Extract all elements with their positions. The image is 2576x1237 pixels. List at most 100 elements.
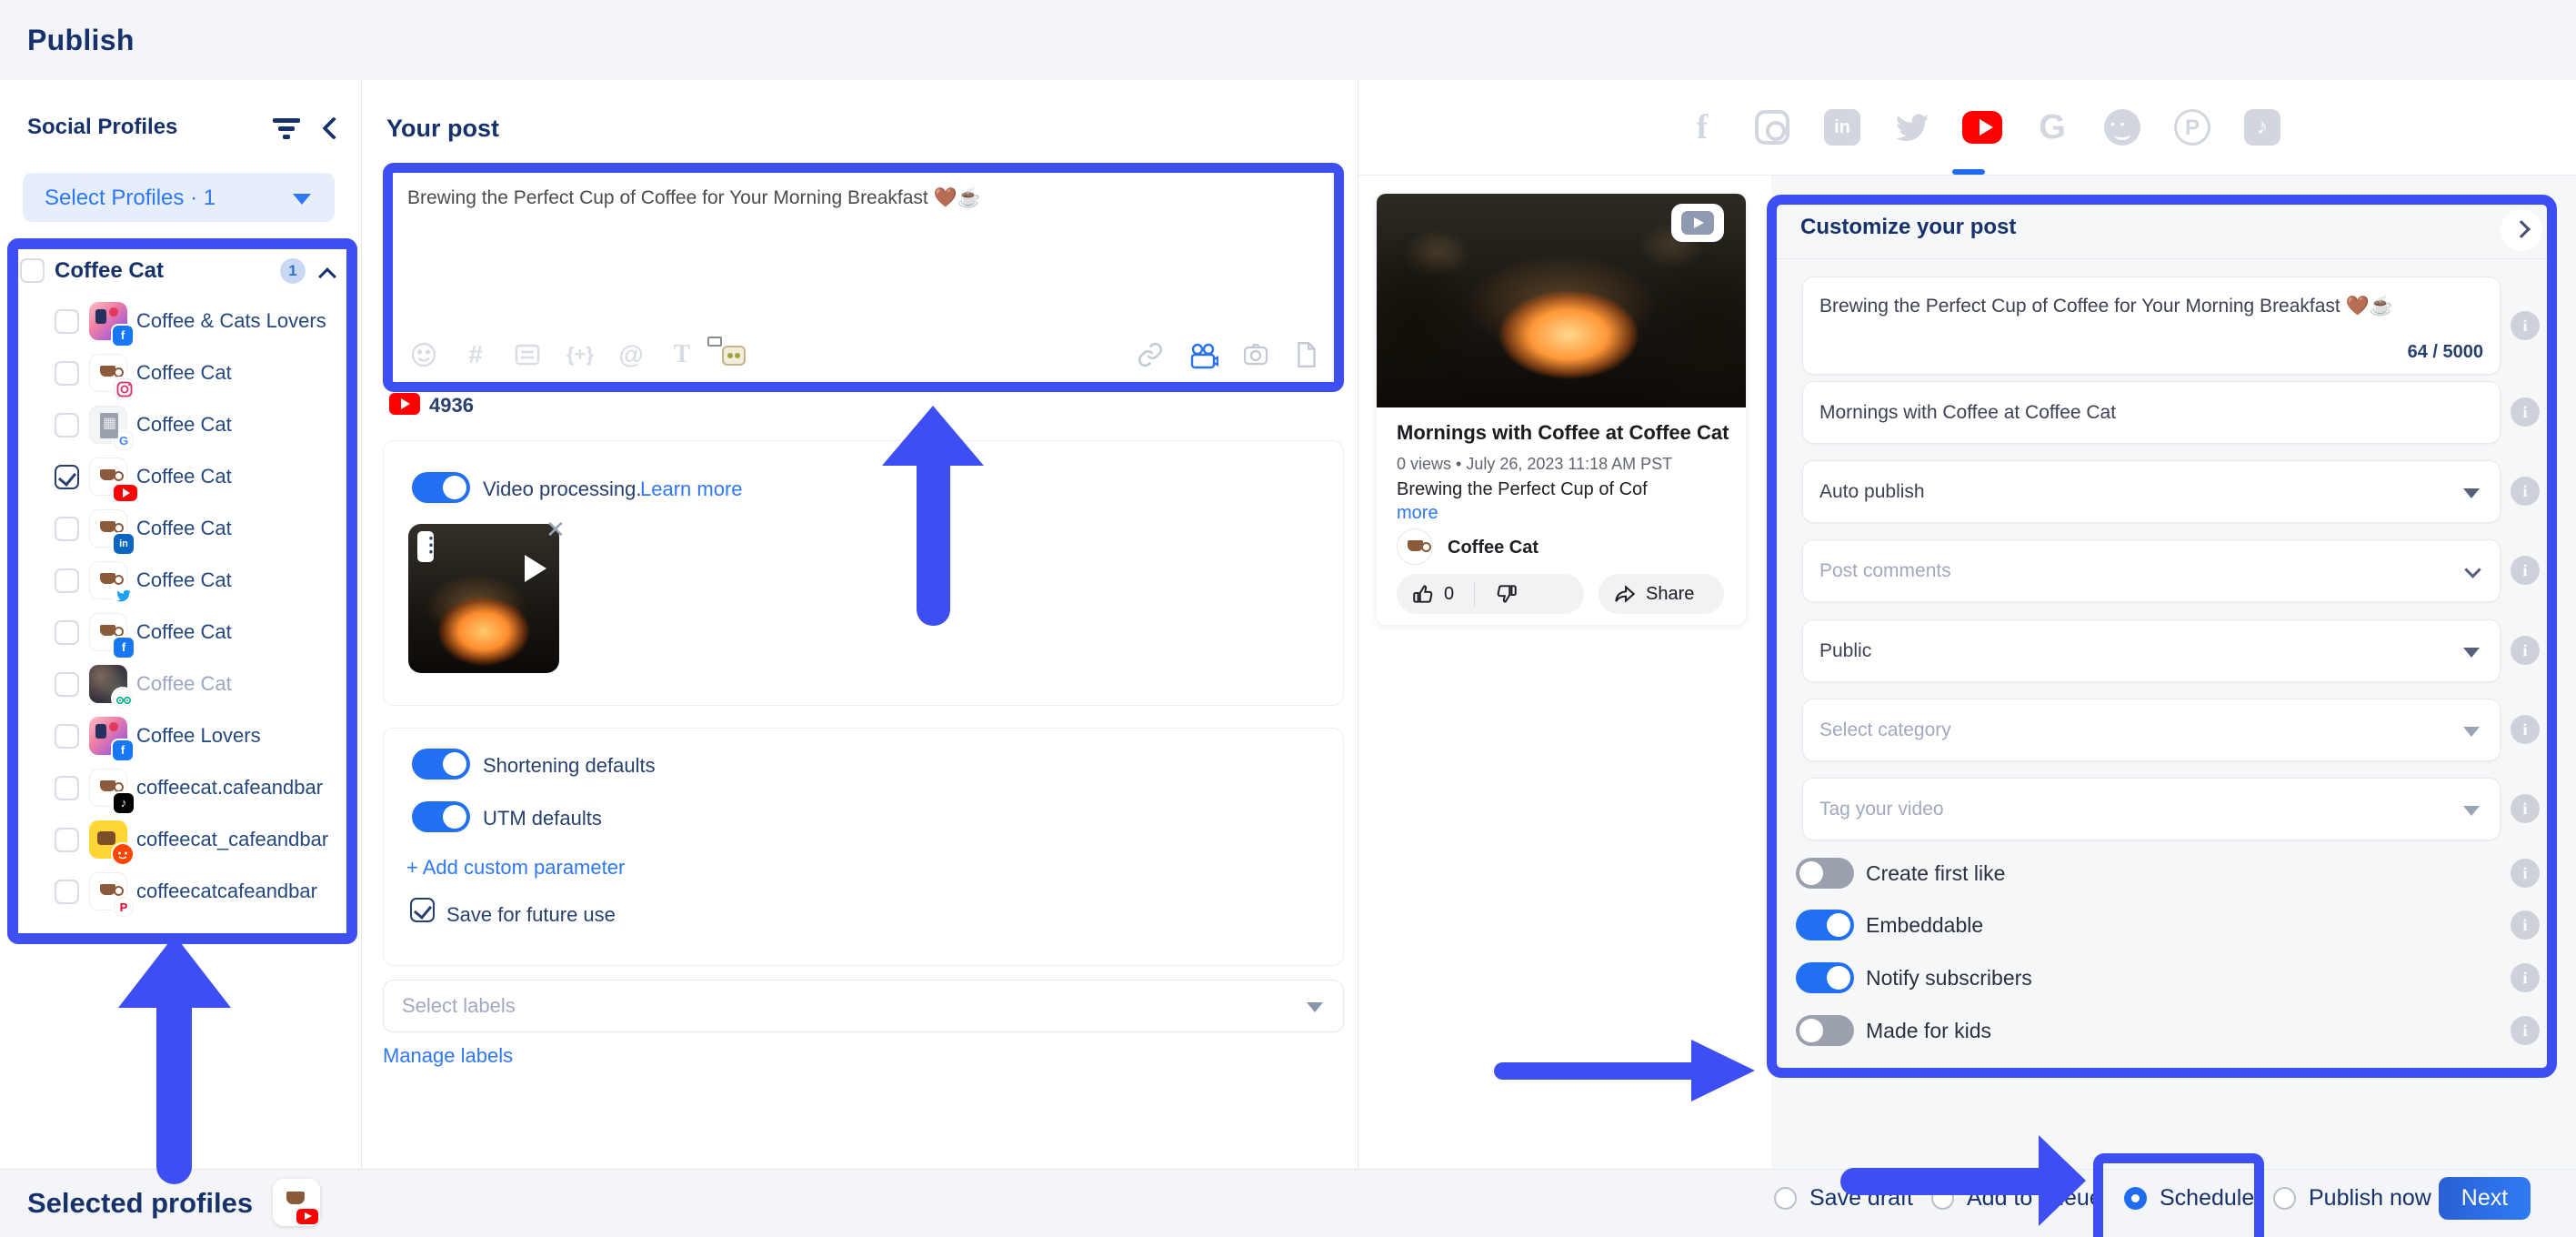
share-button[interactable]: Share (1599, 574, 1724, 614)
info-icon[interactable]: i (2511, 477, 2540, 506)
collapse-panel-icon[interactable] (2501, 209, 2542, 251)
post-text[interactable]: Brewing the Perfect Cup of Coffee for Yo… (407, 187, 1298, 209)
tab-tiktok[interactable]: ♪ (2242, 106, 2282, 149)
more-options-icon[interactable] (417, 531, 434, 562)
text-format-icon[interactable]: T (666, 338, 698, 371)
profile-group-row[interactable]: Coffee Cat 1 (20, 251, 346, 297)
manage-labels-link[interactable]: Manage labels (383, 1044, 513, 1068)
radio-icon[interactable] (2124, 1187, 2147, 1210)
profile-row[interactable]: coffeecat_cafeandbar (20, 815, 346, 867)
radio-add-to-queue[interactable]: Add to queue (1931, 1185, 2102, 1212)
info-icon[interactable]: i (2511, 794, 2540, 823)
profile-checkbox[interactable] (55, 413, 79, 437)
select-tag-your-video[interactable]: Tag your video (1802, 778, 2501, 840)
emoji-icon[interactable] (407, 338, 440, 371)
tab-youtube[interactable] (1962, 106, 2002, 149)
info-icon[interactable]: i (2511, 1016, 2540, 1045)
preview-more-link[interactable]: more (1397, 503, 1438, 524)
info-icon[interactable]: i (2511, 859, 2540, 888)
select-post-comments[interactable]: Post comments (1802, 539, 2501, 602)
radio-icon[interactable] (1774, 1187, 1797, 1210)
snippet-icon[interactable]: {+} (564, 338, 596, 371)
profile-row[interactable]: fCoffee & Cats Lovers (20, 297, 346, 348)
select-public[interactable]: Public (1802, 619, 2501, 682)
profile-checkbox[interactable] (55, 776, 79, 800)
radio-icon[interactable] (1931, 1187, 1954, 1210)
document-icon[interactable] (1290, 338, 1323, 371)
select-labels-dropdown[interactable]: Select labels (383, 980, 1344, 1032)
select-profiles-dropdown[interactable]: Select Profiles · 1 (23, 173, 335, 222)
profile-row[interactable]: ♪coffeecat.cafeandbar (20, 763, 346, 815)
profile-checkbox[interactable] (55, 465, 79, 489)
profile-checkbox[interactable] (55, 517, 79, 541)
toggle-embeddable[interactable] (1796, 910, 1854, 940)
profile-checkbox[interactable] (55, 568, 79, 593)
profile-row[interactable]: Coffee Cat (20, 556, 346, 608)
radio-schedule[interactable]: Schedule (2124, 1185, 2254, 1212)
select-auto-publish[interactable]: Auto publish (1802, 460, 2501, 523)
video-description-field[interactable]: Brewing the Perfect Cup of Coffee for Yo… (1802, 277, 2501, 375)
profile-checkbox[interactable] (55, 672, 79, 697)
chevron-up-icon[interactable] (320, 266, 336, 282)
profile-row[interactable]: Coffee Cat (20, 452, 346, 504)
group-checkbox[interactable] (20, 258, 45, 283)
info-icon[interactable]: i (2511, 311, 2540, 340)
profile-row[interactable]: Coffee Cat (20, 659, 346, 711)
profile-row[interactable]: fCoffee Lovers (20, 711, 346, 763)
profile-checkbox[interactable] (55, 361, 79, 386)
info-icon[interactable]: i (2511, 397, 2540, 427)
toggle-notify-subscribers[interactable] (1796, 962, 1854, 993)
utm-defaults-toggle[interactable] (412, 801, 470, 832)
profile-row[interactable]: GCoffee Cat (20, 400, 346, 452)
collapse-sidebar-icon[interactable] (320, 116, 340, 142)
profile-row[interactable]: fCoffee Cat (20, 608, 346, 659)
youtube-preview-card: Mornings with Coffee at Coffee Cat 0 vie… (1377, 194, 1746, 625)
profile-checkbox[interactable] (55, 880, 79, 904)
toggle-label: Notify subscribers (1866, 966, 2032, 991)
learn-more-link[interactable]: Learn more (640, 478, 743, 501)
mention-icon[interactable]: @ (615, 338, 647, 371)
radio-save-draft[interactable]: Save draft (1774, 1185, 1913, 1212)
tab-pinterest[interactable]: P (2172, 106, 2212, 149)
next-button[interactable]: Next (2439, 1177, 2531, 1220)
radio-icon[interactable] (2273, 1187, 2296, 1210)
filter-icon[interactable] (271, 118, 302, 142)
tab-reddit[interactable] (2102, 106, 2142, 149)
profile-checkbox[interactable] (55, 620, 79, 645)
toggle-label: Embeddable (1866, 913, 1983, 938)
toggle-create-first-like[interactable] (1796, 858, 1854, 889)
link-icon[interactable] (1134, 338, 1167, 371)
tab-facebook[interactable]: f (1682, 106, 1722, 149)
toggle-made-for-kids[interactable] (1796, 1015, 1854, 1046)
post-editor[interactable]: Brewing the Perfect Cup of Coffee for Yo… (393, 173, 1334, 382)
shortening-defaults-toggle[interactable] (412, 749, 470, 779)
profile-checkbox[interactable] (55, 309, 79, 334)
tab-twitter[interactable] (1892, 106, 1932, 149)
video-title-field[interactable]: Mornings with Coffee at Coffee Cat (1802, 381, 2501, 444)
video-thumbnail[interactable] (408, 524, 559, 673)
profile-checkbox[interactable] (55, 724, 79, 749)
profile-row[interactable]: inCoffee Cat (20, 504, 346, 556)
info-icon[interactable]: i (2511, 556, 2540, 585)
radio-publish-now[interactable]: Publish now (2273, 1185, 2431, 1212)
video-icon[interactable] (1187, 338, 1219, 371)
profile-row[interactable]: Pcoffeecatcafeandbar (20, 867, 346, 919)
like-button[interactable]: 0 (1397, 574, 1584, 614)
profile-checkbox[interactable] (55, 828, 79, 852)
tab-google[interactable]: G (2032, 106, 2072, 149)
video-processing-toggle[interactable] (412, 472, 470, 503)
add-custom-parameter-link[interactable]: + Add custom parameter (406, 856, 625, 880)
profile-row[interactable]: Coffee Cat (20, 348, 346, 400)
tab-linkedin[interactable]: in (1822, 106, 1862, 149)
info-icon[interactable]: i (2511, 715, 2540, 744)
list-icon[interactable] (511, 338, 544, 371)
info-icon[interactable]: i (2511, 636, 2540, 665)
info-icon[interactable]: i (2511, 963, 2540, 992)
select-select-category[interactable]: Select category (1802, 699, 2501, 761)
info-icon[interactable]: i (2511, 910, 2540, 940)
remove-video-icon[interactable]: ✕ (546, 516, 566, 544)
save-future-checkbox[interactable] (410, 898, 435, 922)
tab-instagram[interactable] (1752, 106, 1792, 149)
image-icon[interactable] (1239, 338, 1272, 371)
hashtag-icon[interactable]: # (459, 338, 492, 371)
